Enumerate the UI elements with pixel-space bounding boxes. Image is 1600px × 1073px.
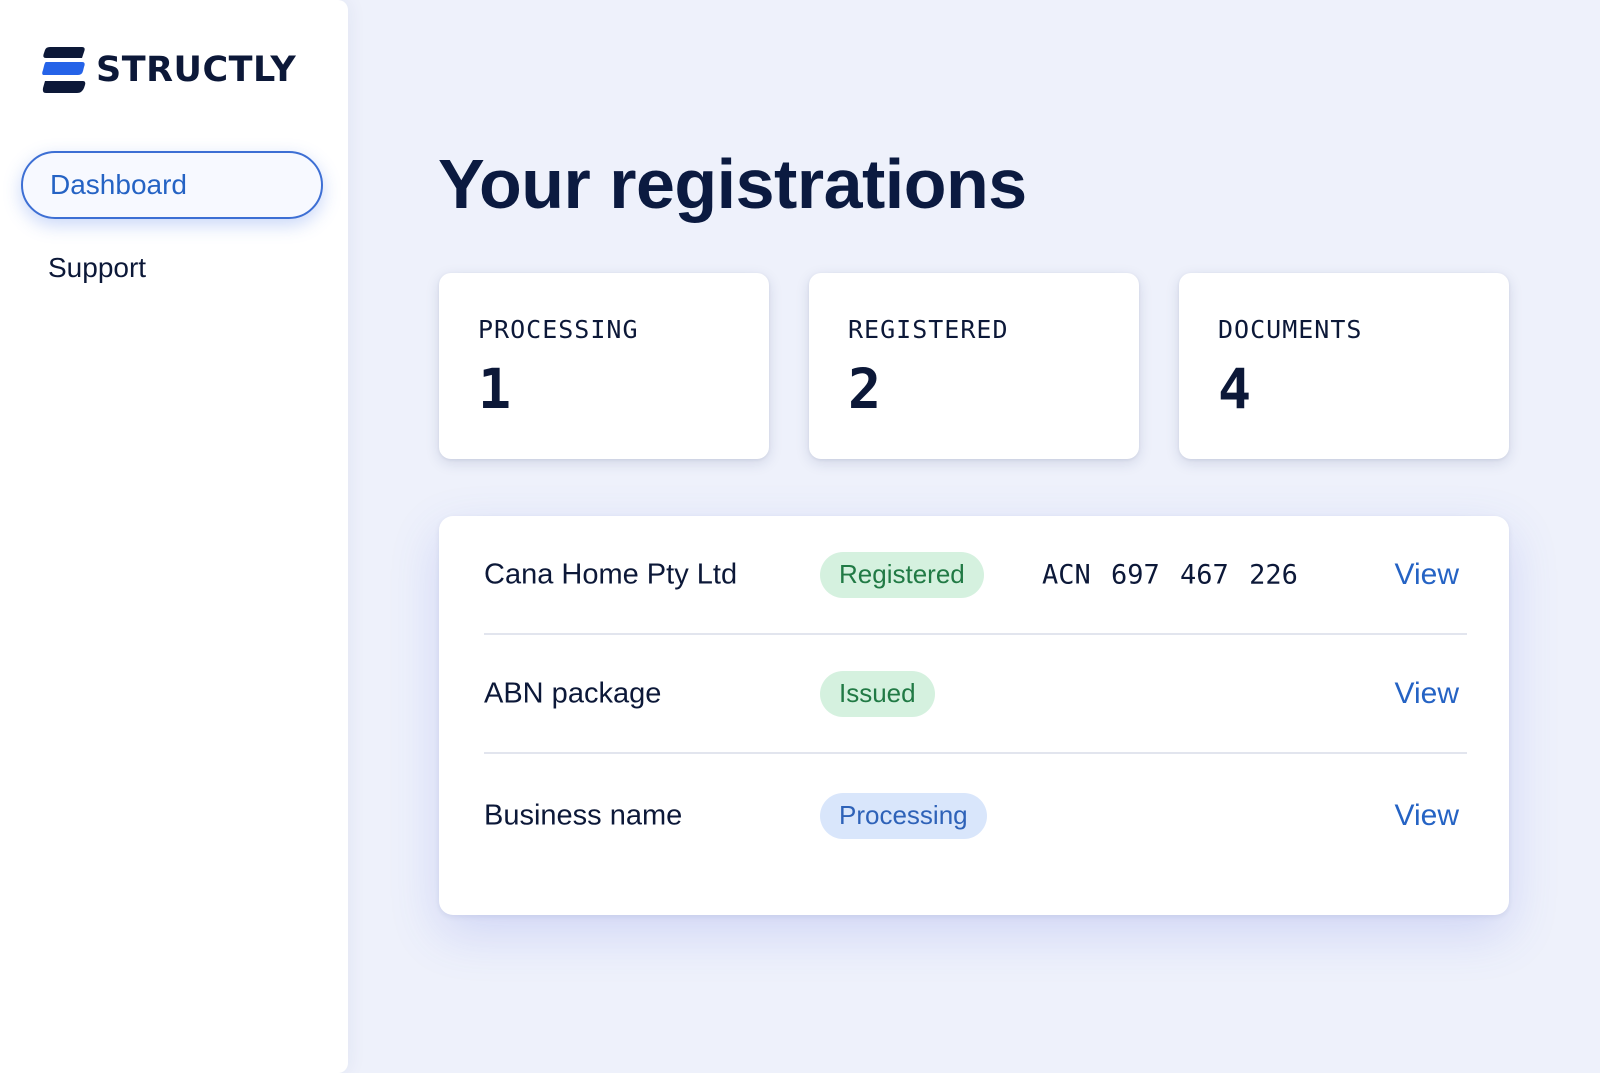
stat-label: PROCESSING <box>478 315 639 344</box>
page-title: Your registrations <box>438 145 1027 223</box>
list-item: Business name Processing View <box>484 756 1467 875</box>
status-badge: Processing <box>820 792 987 839</box>
sidebar-item-label: Dashboard <box>50 169 187 200</box>
stat-card-documents: DOCUMENTS 4 <box>1179 273 1509 459</box>
sidebar-item-label: Support <box>48 252 147 283</box>
sidebar-item-dashboard[interactable]: Dashboard <box>21 151 323 219</box>
brand[interactable]: STRUCTLY <box>42 47 296 93</box>
registrations-list: Cana Home Pty Ltd Registered ACN 697 467… <box>439 516 1509 915</box>
registration-name: ABN package <box>484 677 662 709</box>
registration-name: Cana Home Pty Ltd <box>484 558 738 590</box>
list-item: Cana Home Pty Ltd Registered ACN 697 467… <box>484 516 1467 635</box>
stat-label: REGISTERED <box>848 315 1009 344</box>
status-badge: Issued <box>820 670 935 717</box>
brand-name: STRUCTLY <box>96 49 297 90</box>
app: STRUCTLY Dashboard Support Your registra… <box>0 0 1600 1073</box>
sidebar-item-support[interactable]: Support <box>21 234 323 302</box>
view-link[interactable]: View <box>1395 677 1459 711</box>
registration-name: Business name <box>484 799 683 831</box>
stat-value: 2 <box>848 357 882 421</box>
stat-card-registered: REGISTERED 2 <box>809 273 1139 459</box>
sidebar: STRUCTLY Dashboard Support <box>0 0 348 1073</box>
view-link[interactable]: View <box>1395 799 1459 833</box>
stat-card-processing: PROCESSING 1 <box>439 273 769 459</box>
structly-logo-icon <box>42 47 86 93</box>
stat-value: 1 <box>478 357 512 421</box>
view-link[interactable]: View <box>1395 558 1459 592</box>
stat-label: DOCUMENTS <box>1218 315 1363 344</box>
status-badge: Registered <box>820 551 984 598</box>
list-item: ABN package Issued View <box>484 635 1467 754</box>
stat-value: 4 <box>1218 357 1252 421</box>
acn-reference: ACN 697 467 226 <box>1042 559 1298 590</box>
